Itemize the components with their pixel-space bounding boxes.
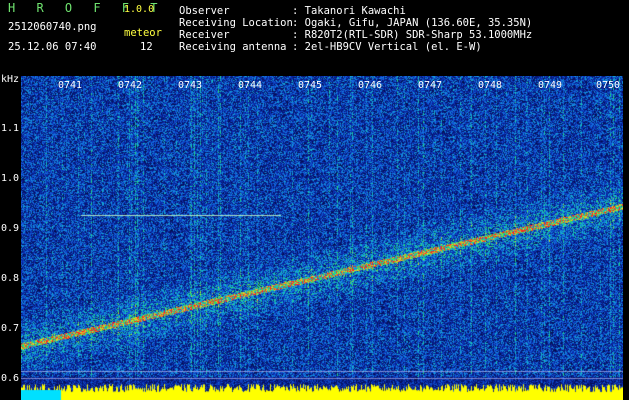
x-tick-label: 0747 bbox=[418, 80, 443, 91]
info-key-receiver: Receiver bbox=[179, 29, 230, 41]
x-tick-label: 0742 bbox=[118, 80, 143, 91]
info-key-location: Receiving Location bbox=[179, 17, 293, 29]
info-key-antenna: Receiving antenna bbox=[179, 41, 287, 53]
x-tick-label: 0749 bbox=[538, 80, 563, 91]
y-tick-label: 0.7 bbox=[1, 323, 20, 334]
y-tick-label: 0.8 bbox=[1, 273, 20, 284]
meteor-label: meteor bbox=[124, 27, 162, 39]
filename: 2512060740.png bbox=[8, 21, 97, 33]
x-tick-label: 0744 bbox=[238, 80, 263, 91]
y-axis-unit: kHz bbox=[1, 74, 20, 85]
y-tick-label: 0.9 bbox=[1, 223, 20, 234]
meteor-count: 12 bbox=[140, 41, 153, 53]
x-tick-label: 0750 bbox=[596, 80, 621, 91]
datetime: 25.12.06 07:40 bbox=[8, 41, 97, 53]
x-tick-label: 0748 bbox=[478, 80, 503, 91]
x-tick-label: 0745 bbox=[298, 80, 323, 91]
hrofft-window: H R O F F T 1.0.0 2512060740.png meteor … bbox=[0, 0, 629, 400]
x-tick-label: 0743 bbox=[178, 80, 203, 91]
x-tick-label: 0741 bbox=[58, 80, 83, 91]
y-tick-label: 1.1 bbox=[1, 123, 20, 134]
app-version: 1.0.0 bbox=[124, 4, 155, 15]
info-key-observer: Observer bbox=[179, 5, 230, 17]
y-tick-label: 0.6 bbox=[1, 373, 20, 384]
y-tick-label: 1.0 bbox=[1, 173, 20, 184]
info-value-location: : Ogaki, Gifu, JAPAN (136.60E, 35.35N) bbox=[292, 17, 533, 29]
info-value-receiver: : R820T2(RTL-SDR) SDR-Sharp 53.1000MHz bbox=[292, 29, 533, 41]
info-value-antenna: : 2el-HB9CV Vertical (el. E-W) bbox=[292, 41, 482, 53]
info-value-observer: : Takanori Kawachi bbox=[292, 5, 406, 17]
x-tick-label: 0746 bbox=[358, 80, 383, 91]
spectrogram-waterfall bbox=[21, 76, 623, 400]
